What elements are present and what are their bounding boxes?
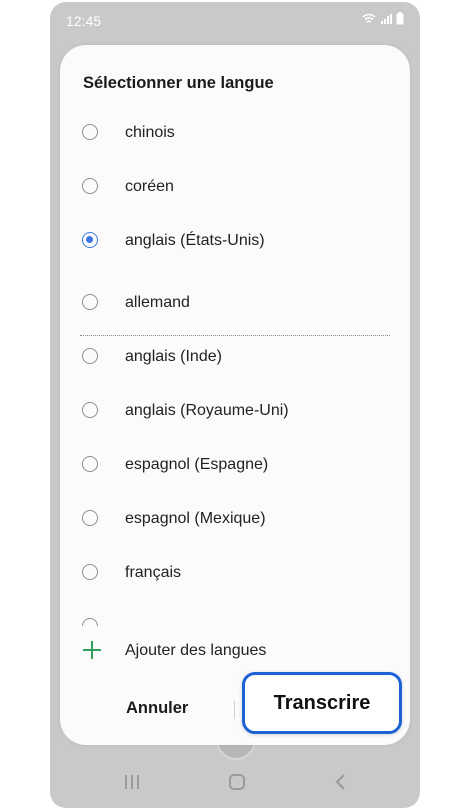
language-label: espagnol (Espagne) (125, 456, 269, 473)
language-option-partial (60, 602, 410, 626)
wifi-icon (362, 13, 376, 23)
radio-button[interactable] (82, 510, 98, 526)
signal-icon (381, 13, 392, 24)
home-icon[interactable] (228, 773, 246, 791)
language-option-coreen[interactable]: coréen (60, 162, 410, 212)
language-label: anglais (Inde) (125, 348, 222, 365)
navigation-bar (50, 764, 420, 804)
language-option-espagnol-mexique[interactable]: espagnol (Mexique) (60, 494, 410, 544)
language-label: français (125, 564, 182, 581)
language-option-espagnol-espagne[interactable]: espagnol (Espagne) (60, 440, 410, 490)
radio-button[interactable] (82, 348, 98, 364)
plus-icon (83, 641, 101, 659)
status-icons (362, 12, 404, 25)
language-dialog: Sélectionner une langue chinois coréen a… (60, 45, 410, 745)
radio-button[interactable] (82, 402, 98, 418)
transcribe-button[interactable]: Transcrire (242, 672, 402, 734)
language-option-francais[interactable]: français (60, 548, 410, 598)
language-list[interactable]: chinois coréen anglais (États-Unis) alle… (60, 108, 410, 626)
language-label: allemand (125, 294, 190, 311)
radio-button (82, 618, 98, 626)
back-icon[interactable] (333, 773, 347, 791)
language-option-anglais-inde[interactable]: anglais (Inde) (60, 332, 410, 382)
cancel-button[interactable]: Annuler (126, 699, 188, 718)
radio-button[interactable] (82, 564, 98, 580)
radio-button[interactable] (82, 294, 98, 310)
button-separator (234, 701, 235, 719)
language-label: chinois (125, 124, 175, 141)
add-languages-label: Ajouter des langues (125, 642, 267, 659)
language-option-allemand[interactable]: allemand (60, 278, 410, 328)
dialog-title: Sélectionner une langue (83, 74, 274, 92)
radio-button-selected[interactable] (82, 232, 98, 248)
radio-button[interactable] (82, 124, 98, 140)
language-option-anglais-etats-unis[interactable]: anglais (États-Unis) (60, 216, 410, 266)
radio-button[interactable] (82, 456, 98, 472)
recent-apps-icon[interactable] (124, 774, 140, 790)
language-label: anglais (Royaume-Uni) (125, 402, 289, 419)
language-option-chinois[interactable]: chinois (60, 108, 410, 158)
language-label: espagnol (Mexique) (125, 510, 266, 527)
language-option-anglais-royaume-uni[interactable]: anglais (Royaume-Uni) (60, 386, 410, 436)
battery-icon (396, 12, 404, 25)
status-time: 12:45 (66, 13, 102, 29)
add-languages-row[interactable]: Ajouter des langues (60, 631, 410, 667)
language-label: coréen (125, 178, 174, 195)
status-bar: 12:45 (50, 2, 420, 40)
language-label: anglais (États-Unis) (125, 232, 265, 249)
radio-button[interactable] (82, 178, 98, 194)
